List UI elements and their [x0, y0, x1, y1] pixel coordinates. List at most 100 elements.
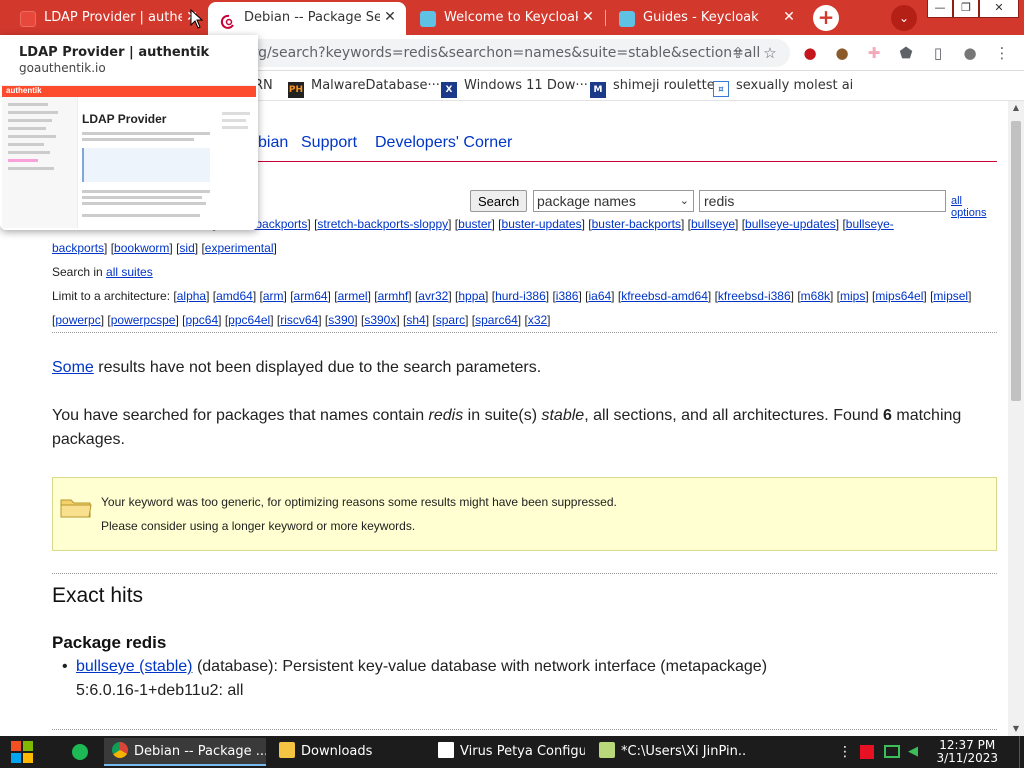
filter-link[interactable]: arm	[263, 289, 284, 303]
bookmark-label: sexually molest ai	[736, 78, 854, 93]
bookmark-shimeji[interactable]: Mshimeji roulette	[590, 77, 715, 98]
filter-link[interactable]: kfreebsd-amd64	[621, 289, 708, 303]
filter-link[interactable]: sparc	[436, 313, 465, 327]
filter-link[interactable]: armel	[338, 289, 368, 303]
results-divider	[52, 573, 997, 574]
suite-link[interactable]: sid	[179, 241, 194, 255]
all-suites-link[interactable]: all suites	[106, 265, 153, 279]
filter-link[interactable]: powerpcspe	[111, 313, 176, 327]
preview-domain: goauthentik.io	[19, 61, 106, 75]
bookmark-star-icon[interactable]: ☆	[760, 43, 780, 63]
menu-icon[interactable]: ⋮	[992, 43, 1012, 63]
filter-link[interactable]: avr32	[418, 289, 448, 303]
share-icon[interactable]: ⇪	[728, 43, 748, 63]
some-link[interactable]: Some	[52, 359, 94, 376]
filter-link[interactable]: powerpc	[55, 313, 100, 327]
tab-close-icon[interactable]: ✕	[580, 2, 596, 33]
filter-label: Limit to a architecture:	[52, 289, 174, 303]
filter-link[interactable]: x32	[528, 313, 547, 327]
x-site-icon: X	[441, 82, 457, 98]
close-window-button[interactable]: ✕	[979, 0, 1019, 18]
taskbar-item-downloads[interactable]: Downloads	[271, 738, 425, 766]
nav-support-link[interactable]: Support	[301, 134, 357, 152]
thumb-sidebar	[2, 97, 78, 228]
show-desktop-button[interactable]	[1019, 736, 1024, 768]
scroll-down-icon[interactable]: ▼	[1008, 722, 1024, 736]
scroll-up-icon[interactable]: ▲	[1008, 101, 1024, 115]
tab-keycloak-guides[interactable]: Guides - Keycloak ✕	[607, 2, 805, 35]
volume-icon[interactable]: ◀	[908, 744, 918, 759]
search-scope-select[interactable]: package names ⌄	[533, 190, 694, 212]
nav-debian-link[interactable]: bian	[258, 134, 288, 152]
suite-link[interactable]: bullseye	[691, 217, 735, 231]
filter-link[interactable]: ppc64	[185, 313, 218, 327]
suite-link[interactable]: buster	[458, 217, 491, 231]
bookmark-windows11[interactable]: X Windows 11 Dow···	[441, 77, 588, 98]
filter-link[interactable]: i386	[556, 289, 579, 303]
filter-link[interactable]: mips	[840, 289, 865, 303]
architecture-line-2: [powerpc] [powerpcspe] [ppc64] [ppc64el]…	[52, 313, 551, 327]
side-panel-icon[interactable]: ▯	[928, 43, 948, 63]
nav-developers-link[interactable]: Developers' Corner	[375, 134, 512, 152]
address-bar[interactable]: org/search?keywords=redis&searchon=names…	[230, 39, 790, 67]
taskbar-item-browser[interactable]: Debian -- Package ...	[104, 738, 266, 766]
search-button[interactable]: Search	[470, 190, 528, 212]
filter-link[interactable]: amd64	[216, 289, 253, 303]
taskbar-item-notepad-petya[interactable]: Virus Petya Configu...	[430, 738, 585, 766]
scrollbar-thumb[interactable]	[1011, 121, 1021, 401]
suite-link[interactable]: buster-updates	[502, 217, 582, 231]
suite-link[interactable]: backports	[52, 241, 104, 255]
tab-close-icon[interactable]: ✕	[382, 2, 398, 33]
tab-debian[interactable]: Debian -- Package Search Results ✕	[208, 2, 406, 35]
maximize-button[interactable]: ❐	[953, 0, 979, 18]
filter-link[interactable]: riscv64	[280, 313, 318, 327]
filter-link[interactable]: s390x	[364, 313, 396, 327]
filter-link[interactable]: mips64el	[875, 289, 923, 303]
suite-link[interactable]: stretch-backports-sloppy	[317, 217, 448, 231]
filter-link[interactable]: sh4	[406, 313, 425, 327]
filter-link[interactable]: sparc64	[475, 313, 518, 327]
filter-link[interactable]: kfreebsd-i386	[718, 289, 791, 303]
spotify-icon[interactable]	[72, 744, 88, 760]
tab-search-button[interactable]: ⌄	[891, 5, 917, 31]
filter-link[interactable]: ppc64el	[228, 313, 270, 327]
tab-close-icon[interactable]: ✕	[781, 2, 797, 33]
minimize-button[interactable]: —	[927, 0, 953, 18]
tab-keycloak-welcome[interactable]: Welcome to Keycloak ✕	[408, 2, 604, 35]
filter-link[interactable]: s390	[328, 313, 354, 327]
filter-link[interactable]: hppa	[458, 289, 485, 303]
extensions-puzzle-icon[interactable]: ⬟	[896, 43, 916, 63]
result-suite-link[interactable]: bullseye (stable)	[76, 658, 193, 675]
windows-start-icon[interactable]	[11, 741, 33, 763]
filter-link[interactable]: arm64	[294, 289, 328, 303]
summary-count: 6	[883, 407, 892, 424]
suite-link[interactable]: bookworm	[114, 241, 169, 255]
suite-link[interactable]: bullseye-	[846, 217, 894, 231]
bullet-icon: •	[62, 658, 68, 675]
filter-link[interactable]: alpha	[177, 289, 206, 303]
search-keyword-input[interactable]: redis	[699, 190, 946, 212]
taskbar-item-notepadpp[interactable]: *C:\Users\Xi JinPin...	[591, 738, 746, 766]
suite-link[interactable]: buster-backports	[592, 217, 681, 231]
filter-link[interactable]: armhf	[378, 289, 409, 303]
system-clock[interactable]: 12:37 PM 3/11/2023	[936, 739, 998, 765]
bookmark-ai[interactable]: ¤ sexually molest ai	[713, 77, 854, 97]
filter-link[interactable]: ia64	[588, 289, 611, 303]
bookmark-malwaredatabase[interactable]: PH MalwareDatabase···	[288, 77, 440, 98]
suite-link[interactable]: bullseye-updates	[745, 217, 836, 231]
monitor-tray-icon[interactable]	[884, 745, 900, 758]
avatar-extension-icon[interactable]: ●	[832, 43, 852, 63]
flag-extension-icon[interactable]: ✚	[864, 43, 884, 63]
filter-link[interactable]: hurd-i386	[495, 289, 546, 303]
profile-icon[interactable]: ●	[960, 43, 980, 63]
suite-link[interactable]: experimental	[205, 241, 274, 255]
flag-tray-icon[interactable]	[860, 745, 874, 759]
tab-authentik[interactable]: LDAP Provider | authentik ✕	[8, 2, 208, 35]
filter-link[interactable]: m68k	[801, 289, 830, 303]
ublock-extension-icon[interactable]: ●	[800, 43, 820, 63]
filter-link[interactable]: mipsel	[933, 289, 968, 303]
page-scrollbar[interactable]: ▲ ▼	[1008, 101, 1024, 736]
exact-hits-heading: Exact hits	[52, 584, 144, 607]
new-tab-button[interactable]: +	[813, 5, 839, 31]
overflow-dots-icon[interactable]: ⋮	[838, 744, 852, 760]
